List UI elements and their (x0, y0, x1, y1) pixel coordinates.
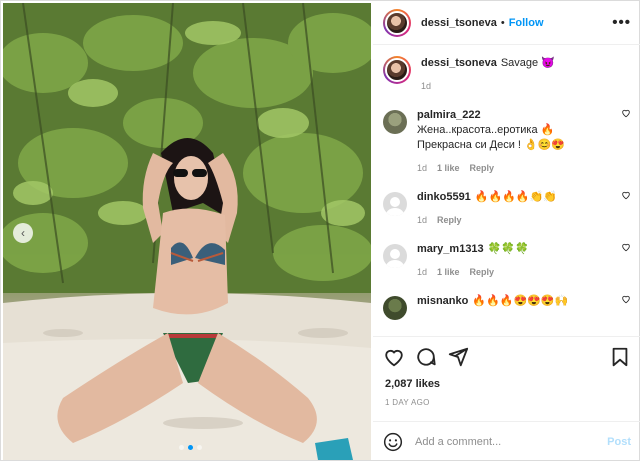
author-username[interactable]: dessi_tsoneva (421, 17, 497, 29)
comment-likes-link[interactable]: 1 like (437, 161, 460, 176)
comment-username[interactable]: palmira_222 (417, 109, 481, 121)
post-comment-button[interactable]: Post (607, 436, 631, 448)
like-comment-heart-icon[interactable] (621, 108, 631, 118)
like-comment-heart-icon[interactable] (621, 242, 631, 252)
comment-item: misnanko 🔥🔥🔥😍😍😍🙌 (383, 280, 631, 320)
comment-bubble-icon[interactable] (415, 346, 437, 368)
post-timestamp[interactable]: 1 DAY AGO (385, 398, 430, 407)
comments-list[interactable]: dessi_tsoneva Savage 😈 1d palmira_222 Жен… (373, 46, 640, 332)
comment-text: Жена..красота..еротика 🔥 (417, 124, 555, 136)
author-avatar[interactable] (383, 8, 411, 37)
comment-age: 1d (417, 267, 428, 277)
commenter-avatar[interactable] (383, 110, 407, 134)
add-comment-input[interactable]: Add a comment... (415, 436, 501, 448)
beach-scene-image (3, 3, 371, 460)
reply-button[interactable]: Reply (470, 161, 495, 176)
comment-item: palmira_222 Жена..красота..еротика 🔥 Пре… (383, 94, 631, 176)
carousel-indicator (179, 445, 202, 450)
comment-text: 🔥🔥🔥🔥👏👏 (474, 191, 557, 203)
header-separator: • (500, 16, 505, 29)
commenter-avatar[interactable] (383, 192, 407, 216)
caption-item: dessi_tsoneva Savage 😈 1d (383, 46, 631, 94)
commenter-avatar[interactable] (383, 296, 407, 320)
caption-avatar[interactable] (383, 56, 411, 84)
post-dialog: ‹ dessi_tsoneva • Follow ••• dessi_tsone… (0, 0, 640, 461)
comment-text: 🔥🔥🔥😍😍😍🙌 (472, 295, 569, 307)
post-header: dessi_tsoneva • Follow ••• (373, 1, 640, 45)
like-comment-heart-icon[interactable] (621, 294, 631, 304)
reply-button[interactable]: Reply (470, 265, 495, 280)
reply-button[interactable]: Reply (437, 213, 462, 228)
comment-age: 1d (417, 215, 428, 225)
comment-item: mary_m1313 🍀🍀🍀 1d 1 like Reply (383, 228, 631, 280)
caption-text: Savage 😈 (500, 57, 555, 69)
caption-username[interactable]: dessi_tsoneva (421, 57, 497, 69)
comment-text: 🍀🍀🍀 (487, 243, 529, 255)
caption-age: 1d (421, 81, 432, 91)
more-options-icon[interactable]: ••• (612, 14, 631, 31)
comment-username[interactable]: mary_m1313 (417, 243, 484, 255)
carousel-dot (197, 445, 202, 450)
follow-button[interactable]: Follow (509, 17, 544, 29)
comment-username[interactable]: dinko5591 (417, 191, 471, 203)
carousel-dot (179, 445, 184, 450)
likes-count[interactable]: 2,087 likes (385, 378, 440, 390)
comment-username[interactable]: misnanko (417, 295, 468, 307)
save-bookmark-icon[interactable] (609, 346, 631, 368)
carousel-dot-active (188, 445, 193, 450)
previous-photo-button[interactable]: ‹ (13, 223, 33, 243)
post-photo[interactable]: ‹ (3, 3, 371, 460)
comment-age: 1d (417, 163, 428, 173)
like-comment-heart-icon[interactable] (621, 190, 631, 200)
commenter-avatar[interactable] (383, 244, 407, 268)
share-send-icon[interactable] (447, 346, 469, 368)
comment-likes-link[interactable]: 1 like (437, 265, 460, 280)
like-heart-icon[interactable] (383, 346, 405, 368)
comment-item: dinko5591 🔥🔥🔥🔥👏👏 1d Reply (383, 176, 631, 228)
add-comment-bar: Add a comment... Post (373, 421, 640, 461)
post-actions-bar (373, 336, 640, 376)
comment-text-line2: Прекрасна си Деси ! 👌😊😍 (417, 139, 566, 151)
post-sidebar: dessi_tsoneva • Follow ••• dessi_tsoneva… (373, 1, 640, 462)
emoji-smile-icon[interactable] (383, 432, 403, 452)
